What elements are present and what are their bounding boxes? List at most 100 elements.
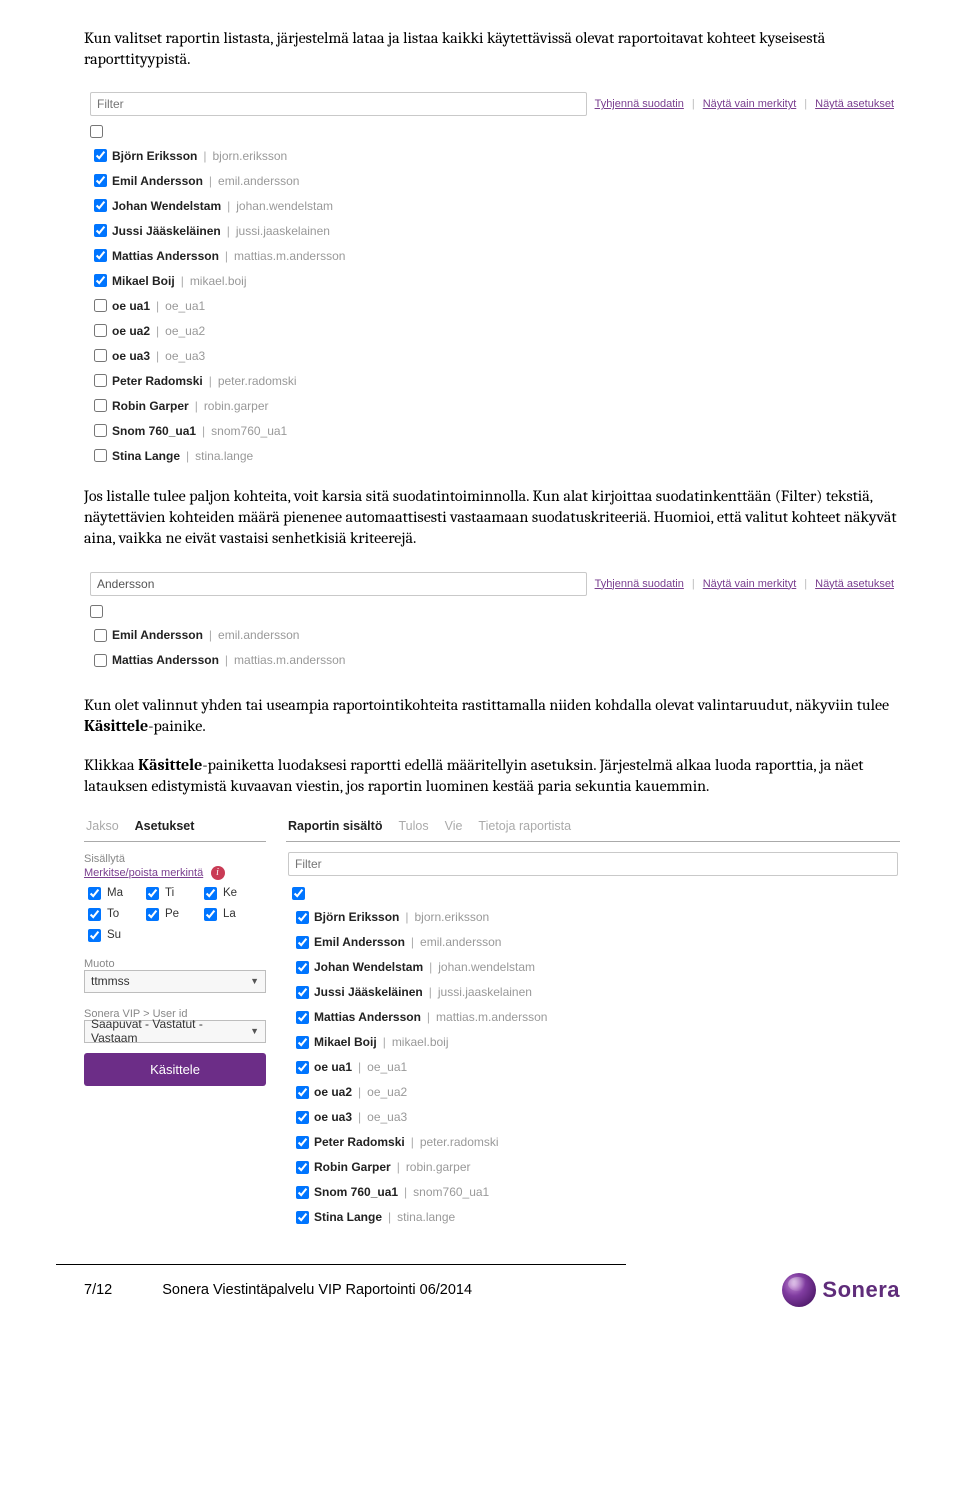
day-la[interactable]: [204, 908, 217, 921]
item-checkbox[interactable]: [94, 274, 107, 287]
day-pe[interactable]: [146, 908, 159, 921]
item-checkbox[interactable]: [296, 936, 309, 949]
tab-settings[interactable]: Asetukset: [135, 819, 195, 833]
list-item: Robin Garper|robin.garper: [292, 1155, 894, 1180]
item-checkbox[interactable]: [296, 1136, 309, 1149]
item-checkbox[interactable]: [94, 449, 107, 462]
select-all-checkbox[interactable]: [90, 125, 103, 138]
list-item: Stina Lange|stina.lange: [292, 1205, 894, 1230]
list-item: Emil Andersson|emil.andersson: [90, 168, 894, 193]
select-all-checkbox[interactable]: [90, 605, 103, 618]
paragraph: Kun olet valinnut yhden tai useampia rap…: [84, 695, 900, 737]
list-item: oe ua1|oe_ua1: [90, 293, 894, 318]
info-icon[interactable]: i: [211, 866, 225, 880]
tab-export[interactable]: Vie: [445, 819, 463, 833]
show-marked-link[interactable]: Näytä vain merkityt: [703, 578, 797, 590]
user-id-select[interactable]: Saapuvat - Vastatut - Vastaam ▼: [84, 1020, 266, 1043]
list-item: oe ua1|oe_ua1: [292, 1055, 894, 1080]
day-ma[interactable]: [88, 887, 101, 900]
item-label: Björn Eriksson|bjorn.eriksson: [112, 149, 287, 163]
item-checkbox[interactable]: [296, 1086, 309, 1099]
toggle-mark-link[interactable]: Merkitse/poista merkintä: [84, 867, 203, 879]
item-label: Björn Eriksson|bjorn.eriksson: [314, 910, 489, 924]
show-settings-link[interactable]: Näytä asetukset: [815, 578, 894, 590]
item-checkbox[interactable]: [296, 1186, 309, 1199]
item-label: Mattias Andersson|mattias.m.andersson: [314, 1010, 547, 1024]
tab-period[interactable]: Jakso: [86, 819, 119, 833]
list-item: Snom 760_ua1|snom760_ua1: [292, 1180, 894, 1205]
filter-input[interactable]: [288, 852, 898, 876]
select-all-checkbox[interactable]: [292, 887, 305, 900]
show-marked-link[interactable]: Näytä vain merkityt: [703, 98, 797, 110]
day-su[interactable]: [88, 929, 101, 942]
include-label: Sisällytä: [84, 848, 266, 865]
tab-result[interactable]: Tulos: [398, 819, 428, 833]
item-label: Stina Lange|stina.lange: [112, 449, 253, 463]
item-label: oe ua2|oe_ua2: [314, 1085, 407, 1099]
item-checkbox[interactable]: [94, 249, 107, 262]
footer-title: Sonera Viestintäpalvelu VIP Raportointi …: [162, 1282, 732, 1298]
clear-filter-link[interactable]: Tyhjennä suodatin: [595, 98, 684, 110]
item-checkbox[interactable]: [296, 1161, 309, 1174]
item-checkbox[interactable]: [296, 911, 309, 924]
item-checkbox[interactable]: [296, 1011, 309, 1024]
filter-input[interactable]: [90, 92, 587, 116]
day-ke[interactable]: [204, 887, 217, 900]
item-label: oe ua3|oe_ua3: [112, 349, 205, 363]
item-checkbox[interactable]: [94, 654, 107, 667]
item-checkbox[interactable]: [296, 986, 309, 999]
item-checkbox[interactable]: [94, 374, 107, 387]
item-checkbox[interactable]: [94, 424, 107, 437]
item-label: Mikael Boij|mikael.boij: [314, 1035, 449, 1049]
day-ti[interactable]: [146, 887, 159, 900]
tab-about-report[interactable]: Tietoja raportista: [478, 819, 571, 833]
item-label: Johan Wendelstam|johan.wendelstam: [112, 199, 333, 213]
filter-links: Tyhjennä suodatin | Näytä vain merkityt …: [595, 98, 894, 110]
item-checkbox[interactable]: [296, 1061, 309, 1074]
show-settings-link[interactable]: Näytä asetukset: [815, 98, 894, 110]
list-item: oe ua3|oe_ua3: [90, 343, 894, 368]
item-checkbox[interactable]: [94, 324, 107, 337]
tab-report-content[interactable]: Raportin sisältö: [288, 819, 382, 833]
item-label: Robin Garper|robin.garper: [112, 399, 269, 413]
day-to[interactable]: [88, 908, 101, 921]
item-label: Johan Wendelstam|johan.wendelstam: [314, 960, 535, 974]
format-label: Muoto: [84, 953, 266, 970]
page-footer: 7/12 Sonera Viestintäpalvelu VIP Raporto…: [84, 1273, 900, 1307]
paragraph: Klikkaa Käsittele-painiketta luodaksesi …: [84, 755, 900, 797]
item-label: Emil Andersson|emil.andersson: [112, 628, 299, 642]
item-label: Robin Garper|robin.garper: [314, 1160, 471, 1174]
item-checkbox[interactable]: [94, 174, 107, 187]
list-item: Emil Andersson|emil.andersson: [292, 930, 894, 955]
format-select[interactable]: ttmmss ▼: [84, 970, 266, 993]
item-label: Mikael Boij|mikael.boij: [112, 274, 247, 288]
logo-icon: [782, 1273, 816, 1307]
process-button[interactable]: Käsittele: [84, 1053, 266, 1086]
item-checkbox[interactable]: [296, 1036, 309, 1049]
paragraph: Kun valitset raportin listasta, järjeste…: [84, 28, 900, 70]
list-item: Mikael Boij|mikael.boij: [90, 268, 894, 293]
item-checkbox[interactable]: [94, 629, 107, 642]
target-list: Björn Eriksson|bjorn.eriksson Emil Anders…: [84, 143, 900, 472]
item-label: oe ua2|oe_ua2: [112, 324, 205, 338]
item-label: oe ua1|oe_ua1: [112, 299, 205, 313]
filter-list-panel-1: Tyhjennä suodatin | Näytä vain merkityt …: [84, 88, 900, 472]
report-settings-panel: Jakso Asetukset Sisällytä Merkitse/poist…: [84, 815, 900, 1234]
day-grid: Ma Ti Ke To Pe La Su: [84, 880, 266, 953]
item-checkbox[interactable]: [94, 199, 107, 212]
item-checkbox[interactable]: [296, 1211, 309, 1224]
filter-input[interactable]: [90, 572, 587, 596]
item-checkbox[interactable]: [296, 961, 309, 974]
item-checkbox[interactable]: [94, 299, 107, 312]
item-label: oe ua3|oe_ua3: [314, 1110, 407, 1124]
target-list: Björn Eriksson|bjorn.eriksson Emil Anders…: [286, 905, 900, 1234]
item-label: Snom 760_ua1|snom760_ua1: [112, 424, 287, 438]
item-checkbox[interactable]: [296, 1111, 309, 1124]
item-checkbox[interactable]: [94, 349, 107, 362]
logo-text: Sonera: [822, 1277, 900, 1303]
item-checkbox[interactable]: [94, 399, 107, 412]
list-item: Björn Eriksson|bjorn.eriksson: [90, 143, 894, 168]
clear-filter-link[interactable]: Tyhjennä suodatin: [595, 578, 684, 590]
item-checkbox[interactable]: [94, 224, 107, 237]
item-checkbox[interactable]: [94, 149, 107, 162]
